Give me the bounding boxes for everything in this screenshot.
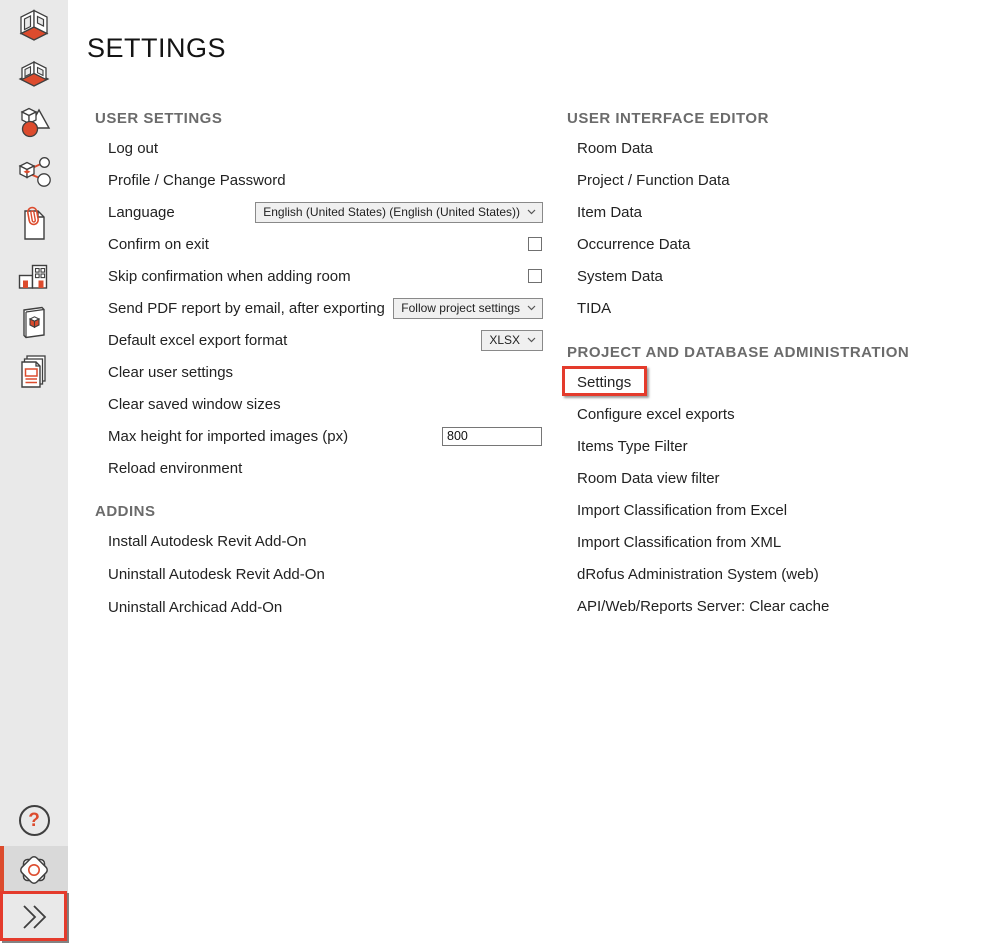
sidebar: ?	[0, 0, 68, 941]
row-reload-environment: Reload environment	[95, 452, 543, 484]
send-pdf-select[interactable]: Follow project settings	[393, 298, 543, 319]
uninstall-archicad-addon-link[interactable]: Uninstall Archicad Add-On	[108, 599, 282, 616]
help-question-icon: ?	[19, 805, 50, 836]
uninstall-revit-addon-link[interactable]: Uninstall Autodesk Revit Add-On	[108, 566, 325, 583]
systems-icon	[14, 153, 54, 193]
drofus-admin-system-link[interactable]: dRofus Administration System (web)	[577, 566, 819, 583]
settings-page: ? SETTINGS USER SETTINGS Log o	[0, 0, 1008, 945]
items-icon	[14, 103, 54, 143]
row-project-function-data: Project / Function Data	[567, 164, 997, 196]
system-data-link[interactable]: System Data	[577, 268, 663, 285]
section-user-settings: USER SETTINGS	[95, 104, 543, 132]
row-excel-format: Default excel export format XLSX	[95, 324, 543, 356]
right-column: USER INTERFACE EDITOR Room Data Project …	[567, 104, 997, 622]
sidebar-item-settings-active[interactable]	[0, 846, 68, 893]
row-uninstall-archicad: Uninstall Archicad Add-On	[95, 591, 543, 624]
row-install-revit: Install Autodesk Revit Add-On	[95, 525, 543, 558]
install-revit-addon-link[interactable]: Install Autodesk Revit Add-On	[108, 533, 306, 550]
room-data-link[interactable]: Room Data	[577, 140, 653, 157]
double-chevron-right-icon	[17, 902, 51, 932]
sidebar-item-room-data[interactable]	[0, 52, 68, 96]
import-classification-xml-link[interactable]: Import Classification from XML	[577, 534, 781, 551]
buildings-icon	[14, 254, 54, 294]
import-classification-excel-link[interactable]: Import Classification from Excel	[577, 502, 787, 519]
row-log-out: Log out	[95, 132, 543, 164]
sidebar-item-buildings[interactable]	[0, 252, 68, 296]
row-clear-user-settings: Clear user settings	[95, 356, 543, 388]
item-box-icon	[14, 303, 54, 343]
occurrence-data-link[interactable]: Occurrence Data	[577, 236, 690, 253]
row-item-data: Item Data	[567, 196, 997, 228]
section-addins: ADDINS	[95, 497, 543, 525]
expand-sidebar-button[interactable]	[0, 893, 68, 941]
row-admin-settings: Settings	[567, 366, 997, 398]
clear-cache-link[interactable]: API/Web/Reports Server: Clear cache	[577, 598, 829, 615]
room-data-icon	[14, 54, 54, 94]
chevron-down-icon	[527, 337, 536, 343]
gear-icon	[15, 851, 53, 889]
language-label: Language	[108, 204, 175, 221]
tida-link[interactable]: TIDA	[577, 300, 611, 317]
max-height-label: Max height for imported images (px)	[108, 428, 348, 445]
item-data-link[interactable]: Item Data	[577, 204, 642, 221]
help-button[interactable]: ?	[0, 798, 68, 842]
confirm-on-exit-checkbox[interactable]	[528, 237, 542, 251]
sidebar-item-rooms[interactable]	[0, 4, 68, 48]
admin-settings-link[interactable]: Settings	[577, 374, 631, 391]
log-out-link[interactable]: Log out	[108, 140, 158, 157]
left-column: USER SETTINGS Log out Profile / Change P…	[95, 104, 543, 624]
excel-format-select[interactable]: XLSX	[481, 330, 543, 351]
reload-environment-link[interactable]: Reload environment	[108, 460, 242, 477]
row-system-data: System Data	[567, 260, 997, 292]
sidebar-item-items[interactable]	[0, 101, 68, 145]
row-occurrence-data: Occurrence Data	[567, 228, 997, 260]
clear-saved-window-sizes-link[interactable]: Clear saved window sizes	[108, 396, 281, 413]
send-pdf-label: Send PDF report by email, after exportin…	[108, 300, 385, 317]
row-room-data: Room Data	[567, 132, 997, 164]
reports-icon	[14, 352, 54, 392]
profile-change-password-link[interactable]: Profile / Change Password	[108, 172, 286, 189]
row-clear-cache: API/Web/Reports Server: Clear cache	[567, 590, 997, 622]
skip-confirmation-label: Skip confirmation when adding room	[108, 268, 351, 285]
language-select[interactable]: English (United States) (English (United…	[255, 202, 543, 223]
skip-confirmation-checkbox[interactable]	[528, 269, 542, 283]
row-drofus-admin-system: dRofus Administration System (web)	[567, 558, 997, 590]
chevron-down-icon	[527, 209, 536, 215]
sidebar-item-item-box[interactable]	[0, 301, 68, 345]
section-project-admin: PROJECT AND DATABASE ADMINISTRATION	[567, 338, 997, 366]
row-configure-excel-exports: Configure excel exports	[567, 398, 997, 430]
sidebar-item-attachments[interactable]	[0, 203, 68, 247]
excel-format-label: Default excel export format	[108, 332, 287, 349]
row-uninstall-revit: Uninstall Autodesk Revit Add-On	[95, 558, 543, 591]
rooms-icon	[14, 6, 54, 46]
chevron-down-icon	[527, 305, 536, 311]
row-send-pdf: Send PDF report by email, after exportin…	[95, 292, 543, 324]
max-height-input[interactable]	[442, 427, 542, 446]
confirm-on-exit-label: Confirm on exit	[108, 236, 209, 253]
page-title: SETTINGS	[87, 33, 226, 64]
row-max-height: Max height for imported images (px)	[95, 420, 543, 452]
row-room-data-view-filter: Room Data view filter	[567, 462, 997, 494]
row-tida: TIDA	[567, 292, 997, 324]
row-import-classification-xml: Import Classification from XML	[567, 526, 997, 558]
room-data-view-filter-link[interactable]: Room Data view filter	[577, 470, 720, 487]
section-ui-editor: USER INTERFACE EDITOR	[567, 104, 997, 132]
row-language: Language English (United States) (Englis…	[95, 196, 543, 228]
sidebar-item-systems[interactable]	[0, 151, 68, 195]
row-items-type-filter: Items Type Filter	[567, 430, 997, 462]
clear-user-settings-link[interactable]: Clear user settings	[108, 364, 233, 381]
configure-excel-exports-link[interactable]: Configure excel exports	[577, 406, 735, 423]
sidebar-item-reports[interactable]	[0, 350, 68, 394]
row-confirm-on-exit: Confirm on exit	[95, 228, 543, 260]
project-function-data-link[interactable]: Project / Function Data	[577, 172, 730, 189]
items-type-filter-link[interactable]: Items Type Filter	[577, 438, 688, 455]
row-clear-window-sizes: Clear saved window sizes	[95, 388, 543, 420]
row-skip-confirmation: Skip confirmation when adding room	[95, 260, 543, 292]
row-profile: Profile / Change Password	[95, 164, 543, 196]
row-import-classification-excel: Import Classification from Excel	[567, 494, 997, 526]
attachments-icon	[14, 205, 54, 245]
